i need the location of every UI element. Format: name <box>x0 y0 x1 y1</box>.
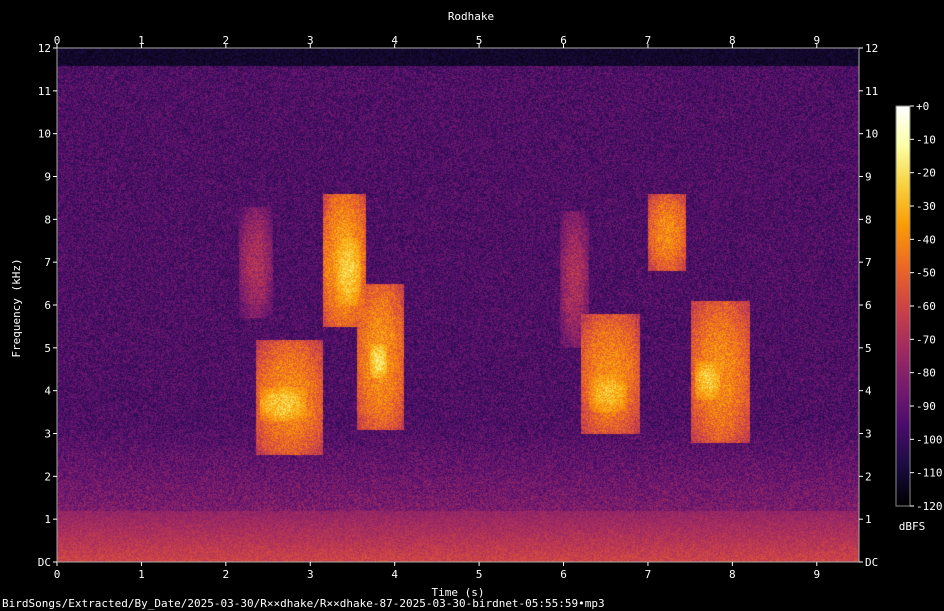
x-tick-label-top: 0 <box>54 34 61 47</box>
y-axis-label: Frequency (kHz) <box>10 258 23 357</box>
y-tick-label-right: 4 <box>865 385 872 398</box>
x-tick-label-top: 7 <box>645 34 652 47</box>
x-tick-label: 5 <box>476 568 483 581</box>
y-tick-label-right: 10 <box>865 128 878 141</box>
y-tick-label-right: 12 <box>865 42 878 55</box>
colorbar-tick-label: -100 <box>916 433 943 446</box>
x-tick-label: 0 <box>54 568 61 581</box>
y-tick-label: 6 <box>44 299 51 312</box>
y-tick-label-right: 1 <box>865 513 872 526</box>
x-tick-label-top: 9 <box>813 34 820 47</box>
colorbar-tick-label: -10 <box>916 133 936 146</box>
y-tick-label: 9 <box>44 171 51 184</box>
y-tick-label-right: 6 <box>865 299 872 312</box>
x-axis-bottom: 0 1 2 3 4 5 6 7 8 9 <box>54 562 820 581</box>
colorbar-label: dBFS <box>899 520 926 533</box>
x-tick-label: 3 <box>307 568 314 581</box>
x-tick-label-top: 3 <box>307 34 314 47</box>
colorbar-tick-label: -30 <box>916 200 936 213</box>
y-axis-right: DC123456789101112 <box>859 42 878 569</box>
file-path: BirdSongs/Extracted/By_Date/2025-03-30/R… <box>2 597 605 610</box>
colorbar-tick-label: -20 <box>916 167 936 180</box>
y-tick-label: 7 <box>44 256 51 269</box>
x-tick-label: 6 <box>560 568 567 581</box>
y-tick-label-right: 7 <box>865 256 872 269</box>
x-tick-label-top: 1 <box>138 34 145 47</box>
colorbar-tick-label: -110 <box>916 467 943 480</box>
x-tick-label-top: 2 <box>223 34 230 47</box>
y-tick-label: 1 <box>44 513 51 526</box>
colorbar-tick-label: -70 <box>916 333 936 346</box>
y-tick-label-right: 11 <box>865 85 878 98</box>
colorbar-tick-label: -120 <box>916 500 943 513</box>
colorbar-tick-label: -40 <box>916 233 936 246</box>
chart-title: Rodhake <box>448 10 494 23</box>
x-tick-label-top: 5 <box>476 34 483 47</box>
colorbar-tick-label: -60 <box>916 300 936 313</box>
y-tick-label: 10 <box>38 128 51 141</box>
x-tick-label: 1 <box>138 568 145 581</box>
spectrogram-figure: Rodhake 0123456789 0123456789 DC12345678… <box>10 10 943 599</box>
y-tick-label-right: 9 <box>865 171 872 184</box>
y-tick-label: 3 <box>44 428 51 441</box>
x-tick-label: 9 <box>813 568 820 581</box>
y-tick-label-right: 5 <box>865 342 872 355</box>
colorbar-tick-label: -90 <box>916 400 936 413</box>
x-tick-label-top: 4 <box>391 34 398 47</box>
y-tick-label-right: 2 <box>865 470 872 483</box>
x-tick-label: 8 <box>729 568 736 581</box>
x-axis-top: 0 1 2 3 4 5 6 7 8 9 <box>54 34 820 48</box>
y-tick-label: 4 <box>44 385 51 398</box>
y-tick-label-right: 8 <box>865 213 872 226</box>
y-tick-label: 12 <box>38 42 51 55</box>
y-axis-left: DC123456789101112 <box>38 42 57 569</box>
x-tick-label-top: 8 <box>729 34 736 47</box>
y-tick-label-right: 3 <box>865 428 872 441</box>
x-tick-label: 7 <box>645 568 652 581</box>
x-tick-label: 2 <box>223 568 230 581</box>
colorbar-tick-label: -50 <box>916 267 936 280</box>
y-tick-label: 2 <box>44 470 51 483</box>
colorbar <box>896 106 910 506</box>
colorbar-ticks: +0 -10 -20 -30 -40 -50 -60 -70 -80 -90 -100 -110 -12… <box>910 100 943 513</box>
y-tick-label: 8 <box>44 213 51 226</box>
y-tick-label: DC <box>38 556 51 569</box>
y-tick-label: 5 <box>44 342 51 355</box>
y-tick-label: 11 <box>38 85 51 98</box>
x-tick-label: 4 <box>391 568 398 581</box>
colorbar-tick-label: +0 <box>916 100 929 113</box>
x-tick-label-top: 6 <box>560 34 567 47</box>
y-tick-label-right: DC <box>865 556 878 569</box>
spectrogram-plot <box>57 48 859 562</box>
colorbar-tick-label: -80 <box>916 367 936 380</box>
